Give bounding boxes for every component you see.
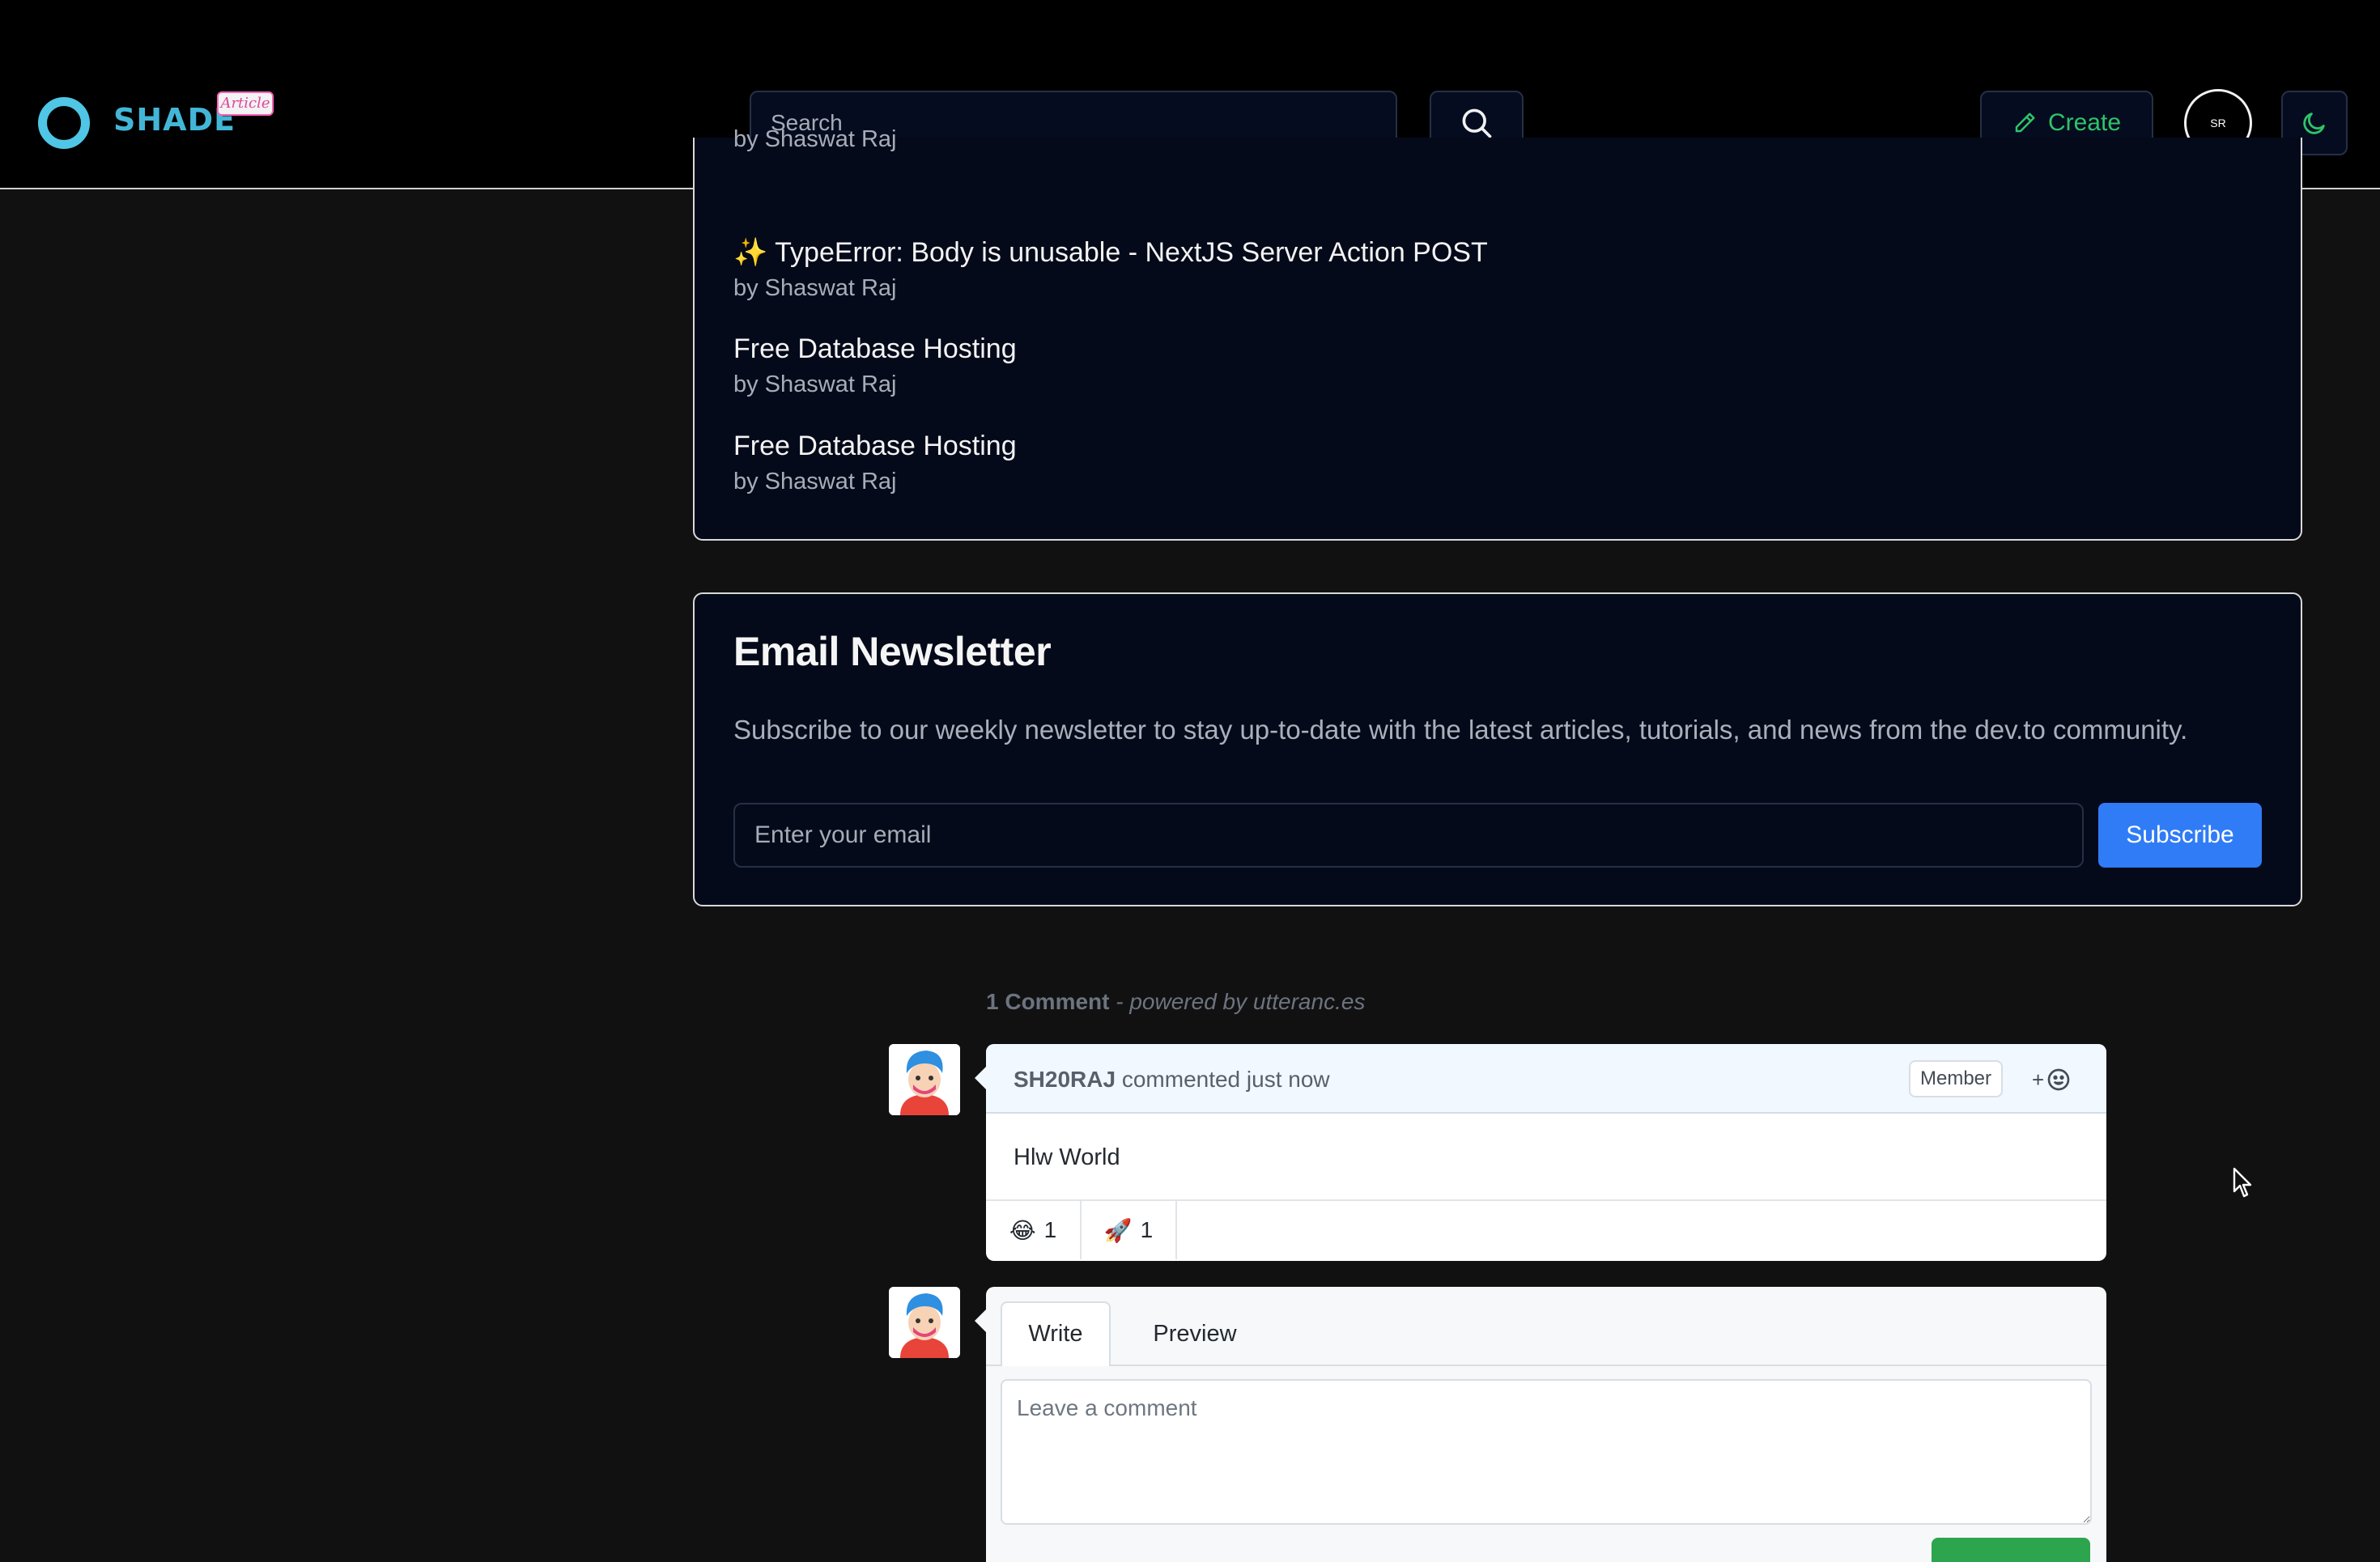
- comment-header: SH20RAJ commented just now Member +: [986, 1044, 2106, 1114]
- current-user-avatar[interactable]: [889, 1287, 960, 1358]
- article-author: by Shaswat Raj: [733, 275, 897, 301]
- logo-ring-icon[interactable]: [38, 97, 90, 149]
- cartoon-avatar-icon: [889, 1287, 960, 1358]
- plus-label: +: [2032, 1067, 2045, 1092]
- reaction-count: 1: [1043, 1217, 1057, 1242]
- member-badge: Member: [1909, 1060, 2004, 1097]
- related-articles-card: by Shaswat Raj ✨ TypeError: Body is unus…: [693, 126, 2302, 541]
- create-label: Create: [2047, 109, 2122, 136]
- newsletter-email-input[interactable]: [733, 803, 2084, 868]
- comment-textarea[interactable]: [1001, 1379, 2092, 1525]
- reaction-rocket[interactable]: 🚀 1: [1082, 1201, 1177, 1259]
- comment-timestamp: commented just now: [1121, 1067, 1330, 1092]
- comment-body: Hlw World: [986, 1114, 2106, 1201]
- tab-preview[interactable]: Preview: [1135, 1301, 1255, 1366]
- article-title[interactable]: ✨ TypeError: Body is unusable - NextJS S…: [733, 236, 1488, 269]
- laugh-emoji-icon: 😂: [1009, 1217, 1036, 1243]
- mouse-cursor-icon: [2233, 1167, 2252, 1198]
- cartoon-avatar-icon: [889, 1044, 960, 1115]
- article-author: by Shaswat Raj: [733, 126, 897, 152]
- logo-badge: Article: [217, 91, 274, 116]
- subscribe-button[interactable]: Subscribe: [2098, 803, 2262, 868]
- commenter-avatar[interactable]: [889, 1044, 960, 1115]
- smiley-icon: [2047, 1068, 2070, 1091]
- article-title[interactable]: Free Database Hosting: [733, 333, 1017, 365]
- comment-pointer: [975, 1067, 986, 1089]
- powered-by-link[interactable]: - powered by utteranc.es: [1116, 989, 1365, 1014]
- add-reaction-button[interactable]: +: [2032, 1063, 2072, 1096]
- article-item[interactable]: ✨ TypeError: Body is unusable - NextJS S…: [733, 236, 1488, 302]
- article-author: by Shaswat Raj: [733, 371, 897, 397]
- comment-editor: Write Preview: [986, 1287, 2106, 1562]
- reactions-bar: 😂 1 🚀 1: [986, 1201, 2106, 1259]
- comment-submit-button[interactable]: [1932, 1538, 2090, 1562]
- search-icon: [1462, 108, 1492, 138]
- article-item[interactable]: Free Database Hosting by Shaswat Raj: [733, 333, 1017, 398]
- article-item[interactable]: by Shaswat Raj: [733, 120, 897, 153]
- article-author: by Shaswat Raj: [733, 469, 897, 494]
- article-item[interactable]: Free Database Hosting by Shaswat Raj: [733, 431, 1017, 495]
- comment-count: 1 Comment - powered by utteranc.es: [986, 989, 1365, 1015]
- editor-pointer: [975, 1309, 986, 1332]
- pencil-icon: [2015, 112, 2035, 133]
- moon-icon: [2303, 112, 2325, 134]
- rocket-emoji-icon: 🚀: [1103, 1217, 1133, 1243]
- newsletter-card: Email Newsletter Subscribe to our weekly…: [693, 592, 2302, 906]
- comment-meta: SH20RAJ commented just now: [1014, 1067, 1330, 1093]
- reaction-laugh[interactable]: 😂 1: [986, 1201, 1082, 1259]
- newsletter-description: Subscribe to our weekly newsletter to st…: [733, 715, 2188, 745]
- tab-write[interactable]: Write: [1001, 1301, 1111, 1366]
- article-title[interactable]: Free Database Hosting: [733, 431, 1017, 462]
- reaction-count: 1: [1140, 1217, 1154, 1242]
- comment-author-link[interactable]: SH20RAJ: [1014, 1067, 1116, 1092]
- avatar-initials: SR: [2210, 117, 2226, 129]
- comment-count-label: 1 Comment: [986, 989, 1110, 1014]
- newsletter-title: Email Newsletter: [733, 629, 1052, 674]
- comment-card: SH20RAJ commented just now Member + Hlw …: [986, 1044, 2106, 1261]
